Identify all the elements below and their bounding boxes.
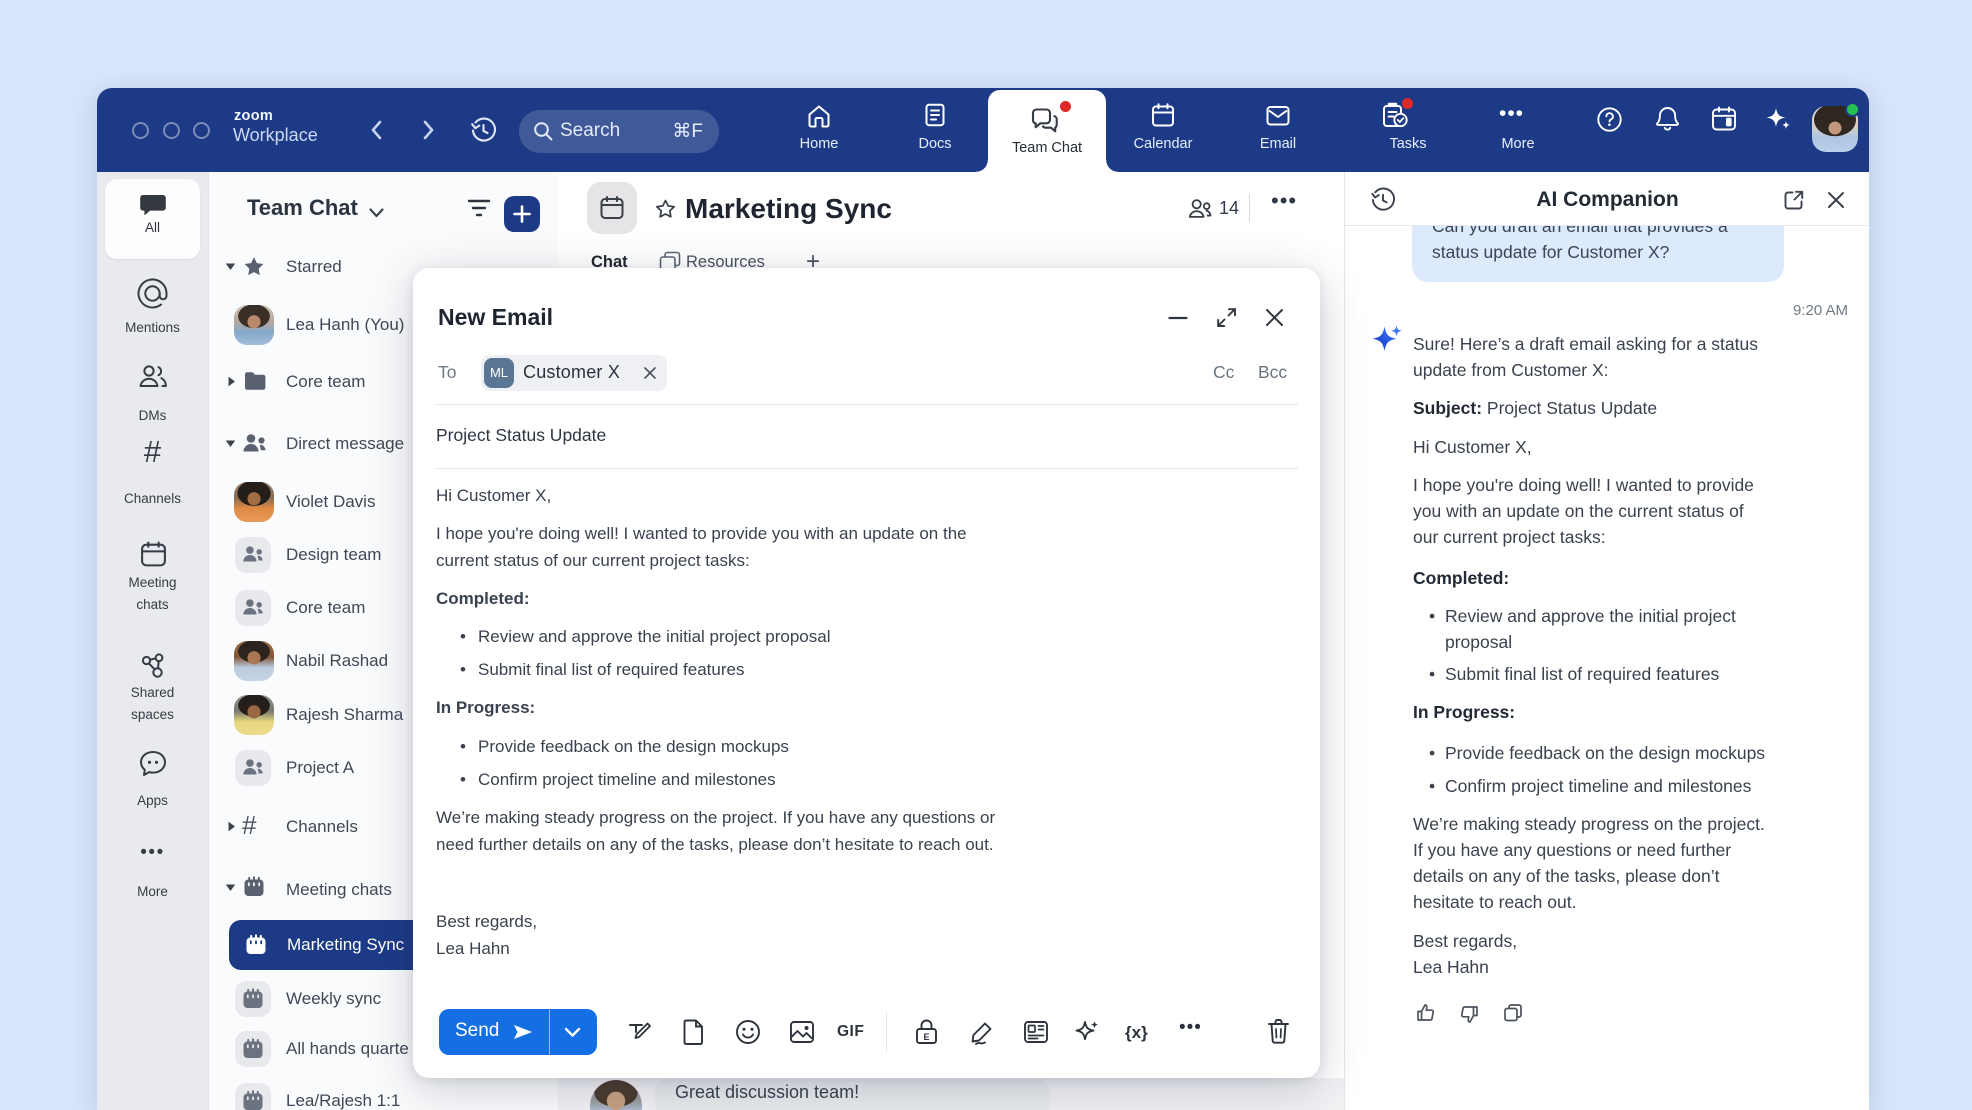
svg-text:E: E <box>923 1032 929 1042</box>
